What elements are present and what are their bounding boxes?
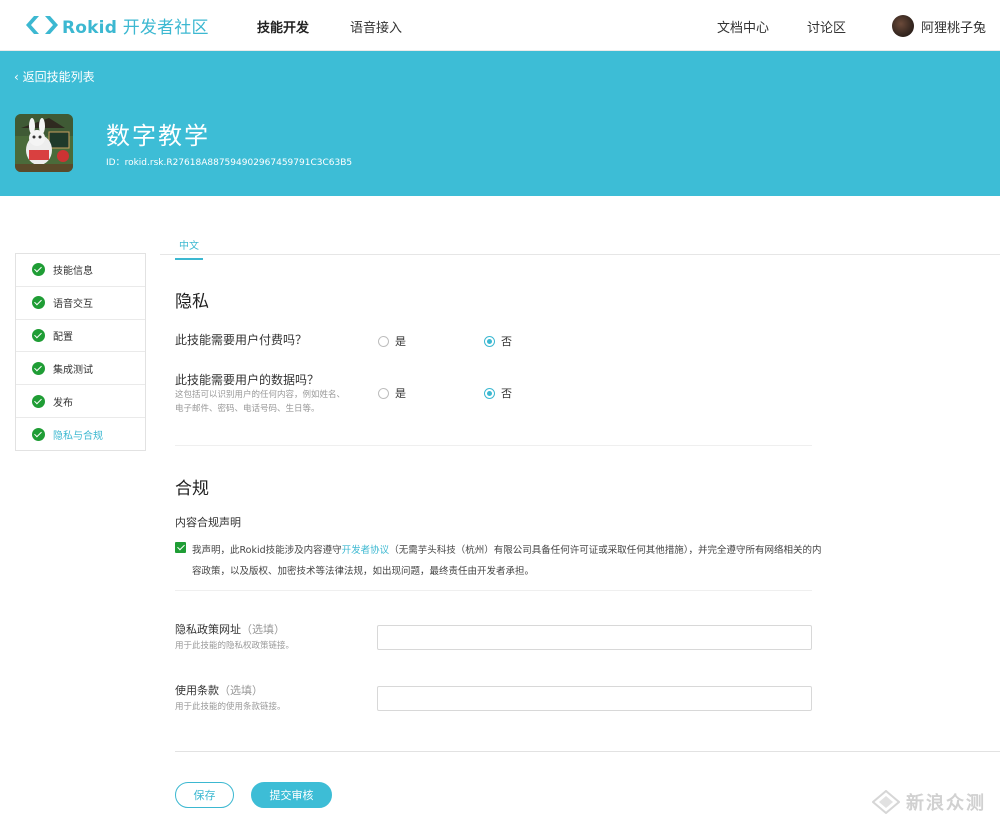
radio-circle-icon [378, 335, 389, 347]
brand-name-cn: 开发者社区 [122, 17, 209, 38]
radio-circle-icon [378, 387, 389, 399]
step-sidebar: 技能信息 语音交互 配置 集成测试 发布 隐私与合规 [15, 253, 146, 451]
tab-divider [160, 254, 1000, 255]
top-navbar: Rokid 开发者社区 技能开发 语音接入 文档中心 讨论区 阿狸桃子兔 [0, 0, 1000, 51]
skill-id: ID：rokid.rsk.R27618A887594902967459791C3… [106, 158, 353, 168]
section-divider [175, 445, 812, 446]
sidebar-item-config[interactable]: 配置 [16, 320, 145, 353]
sidebar-item-label: 技能信息 [53, 266, 93, 278]
user-data-question-label: 此技能需要用户的数据吗？ [175, 373, 320, 387]
save-button[interactable]: 保存 [175, 782, 234, 808]
compliance-heading: 合规 [175, 479, 209, 499]
paid-yes-radio[interactable]: 是 [378, 333, 406, 349]
nav-item-skill-dev[interactable]: 技能开发 [257, 17, 309, 36]
privacy-url-help: 用于此技能的隐私权政策链接。 [175, 641, 295, 651]
skill-title: 数字教学 [106, 122, 210, 150]
sidebar-item-label: 集成测试 [53, 364, 93, 376]
nav-item-voice-access[interactable]: 语音接入 [350, 17, 402, 36]
declaration-checkbox[interactable] [175, 542, 186, 553]
watermark-text: 新浪众测 [906, 793, 986, 814]
sidebar-item-label: 语音交互 [53, 299, 93, 311]
watermark: 新浪众测 [872, 789, 986, 815]
sidebar-item-skill-info[interactable]: 技能信息 [16, 254, 145, 287]
sidebar-item-label: 发布 [53, 397, 73, 409]
sidebar-item-label: 隐私与合规 [53, 430, 103, 442]
avatar [892, 15, 914, 37]
brand-name-en: Rokid [62, 17, 118, 38]
skill-icon [15, 114, 73, 172]
footer-divider [175, 751, 1000, 752]
user-menu[interactable]: 阿狸桃子兔 [892, 15, 986, 37]
chevron-left-icon: ‹ [14, 70, 19, 84]
terms-label: 使用条款（选填） [175, 684, 263, 697]
sidebar-item-publish[interactable]: 发布 [16, 385, 145, 418]
sidebar-item-voice-interaction[interactable]: 语音交互 [16, 287, 145, 320]
check-circle-icon [32, 394, 45, 408]
rokid-logo-icon [26, 16, 58, 34]
paid-question-label: 此技能需要用户付费吗？ [175, 333, 308, 347]
developer-agreement-link[interactable]: 开发者协议 [342, 545, 390, 556]
declaration-text: 我声明，此Rokid技能涉及内容遵守开发者协议（无需芋头科技（杭州）有限公司具备… [192, 545, 822, 577]
sidebar-item-integration-test[interactable]: 集成测试 [16, 352, 145, 386]
radio-checked-icon [484, 387, 495, 399]
privacy-heading: 隐私 [175, 292, 209, 312]
user-data-help-text: 这包括可以识别用户的任何内容，例如姓名、电子邮件、密码、电话号码、生日等。 [175, 390, 346, 414]
sidebar-item-privacy-compliance[interactable]: 隐私与合规 [16, 418, 145, 451]
check-circle-icon [32, 328, 45, 342]
back-link-label: 返回技能列表 [22, 70, 95, 84]
section-divider [175, 590, 812, 591]
user-data-yes-radio[interactable]: 是 [378, 385, 406, 401]
watermark-logo-icon [872, 790, 900, 814]
tab-chinese[interactable]: 中文 [175, 237, 203, 260]
nav-item-docs[interactable]: 文档中心 [717, 17, 769, 36]
sidebar-item-label: 配置 [53, 331, 73, 343]
radio-checked-icon [484, 335, 495, 347]
nav-item-forum[interactable]: 讨论区 [807, 17, 846, 36]
check-circle-icon [32, 361, 45, 375]
submit-review-button[interactable]: 提交审核 [251, 782, 332, 808]
skill-header-banner: ‹ 返回技能列表 数字教学 ID：rokid.rsk.R27618A887594… [0, 51, 1000, 196]
brand-logo[interactable]: Rokid 开发者社区 [26, 13, 209, 38]
user-data-no-radio[interactable]: 否 [484, 385, 512, 401]
check-circle-icon [32, 263, 45, 277]
privacy-url-label: 隐私政策网址（选填） [175, 623, 285, 636]
back-to-skill-list-link[interactable]: ‹ 返回技能列表 [14, 68, 95, 85]
content-compliance-title: 内容合规声明 [175, 516, 241, 529]
check-circle-icon [32, 296, 45, 310]
check-circle-icon [32, 427, 45, 441]
privacy-url-input[interactable] [377, 625, 812, 650]
user-name: 阿狸桃子兔 [921, 20, 987, 36]
terms-help: 用于此技能的使用条款链接。 [175, 702, 286, 712]
terms-url-input[interactable] [377, 686, 812, 711]
paid-no-radio[interactable]: 否 [484, 333, 512, 349]
